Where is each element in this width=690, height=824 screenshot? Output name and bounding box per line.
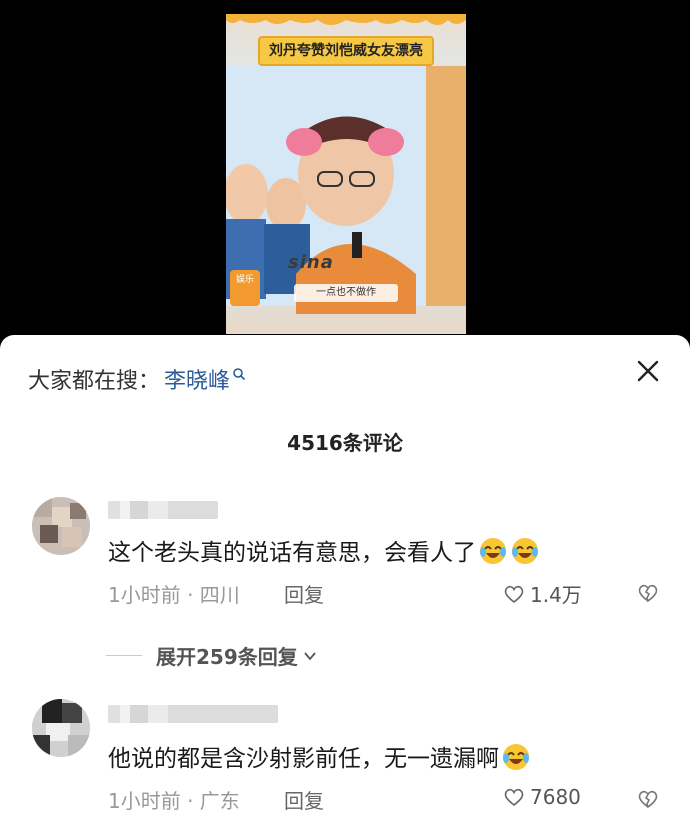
expand-replies-label: 展开259条回复 (156, 645, 298, 669)
channel-badge: 娱乐 (230, 270, 260, 306)
chevron-down-icon (304, 651, 316, 660)
video-title-caption: 刘丹夸赞刘恺威女友漂亮 (258, 36, 434, 66)
comment-sheet: 大家都在搜： 李晓峰 4516条评论 这个老头真的说话有意思，会看人了 1小时前… (0, 335, 690, 824)
trending-search-keyword[interactable]: 李晓峰 (164, 363, 230, 395)
reply-button[interactable]: 回复 (284, 579, 324, 608)
heart-icon (504, 585, 524, 603)
expand-replies-button[interactable]: 展开259条回复 (106, 641, 318, 670)
like-count: 7680 (530, 785, 581, 809)
avatar[interactable] (32, 699, 90, 757)
reply-button[interactable]: 回复 (284, 785, 324, 814)
comment-body: 这个老头真的说话有意思，会看人了 (108, 540, 476, 566)
broken-heart-icon[interactable] (636, 581, 660, 605)
video-player[interactable]: 刘丹夸赞刘恺威女友漂亮 sina 娱乐 一点也不做作 (226, 14, 466, 334)
trending-search-label: 大家都在搜： (28, 369, 161, 394)
username-redacted[interactable] (108, 705, 278, 723)
like-button[interactable]: 1.4万 (502, 579, 582, 608)
drip-decoration (226, 14, 466, 25)
like-button[interactable]: 7680 (502, 785, 581, 809)
trending-search[interactable]: 大家都在搜： 李晓峰 (28, 363, 246, 395)
laugh-cry-emoji-icon (503, 744, 529, 770)
comment-time-location: 1小时前 · 四川 (108, 583, 240, 607)
laugh-cry-emoji-icon (512, 538, 538, 564)
video-watermark: sina (288, 252, 334, 273)
comment-body: 他说的都是含沙射影前任，无一遗漏啊 (108, 746, 499, 772)
expand-divider (106, 655, 142, 656)
comment-text: 这个老头真的说话有意思，会看人了 (108, 533, 540, 567)
username-redacted[interactable] (108, 501, 218, 519)
heart-icon (504, 788, 524, 807)
broken-heart-icon[interactable] (636, 787, 660, 811)
video-subtitle: 一点也不做作 (294, 284, 398, 302)
avatar[interactable] (32, 497, 90, 555)
comment-text: 他说的都是含沙射影前任，无一遗漏啊 (108, 739, 531, 773)
laugh-cry-emoji-icon (480, 538, 506, 564)
comment-time-location: 1小时前 · 广东 (108, 789, 240, 813)
comment-count: 4516条评论 (287, 431, 403, 455)
like-count: 1.4万 (530, 583, 582, 607)
close-icon[interactable] (634, 357, 662, 385)
search-icon (233, 368, 246, 381)
